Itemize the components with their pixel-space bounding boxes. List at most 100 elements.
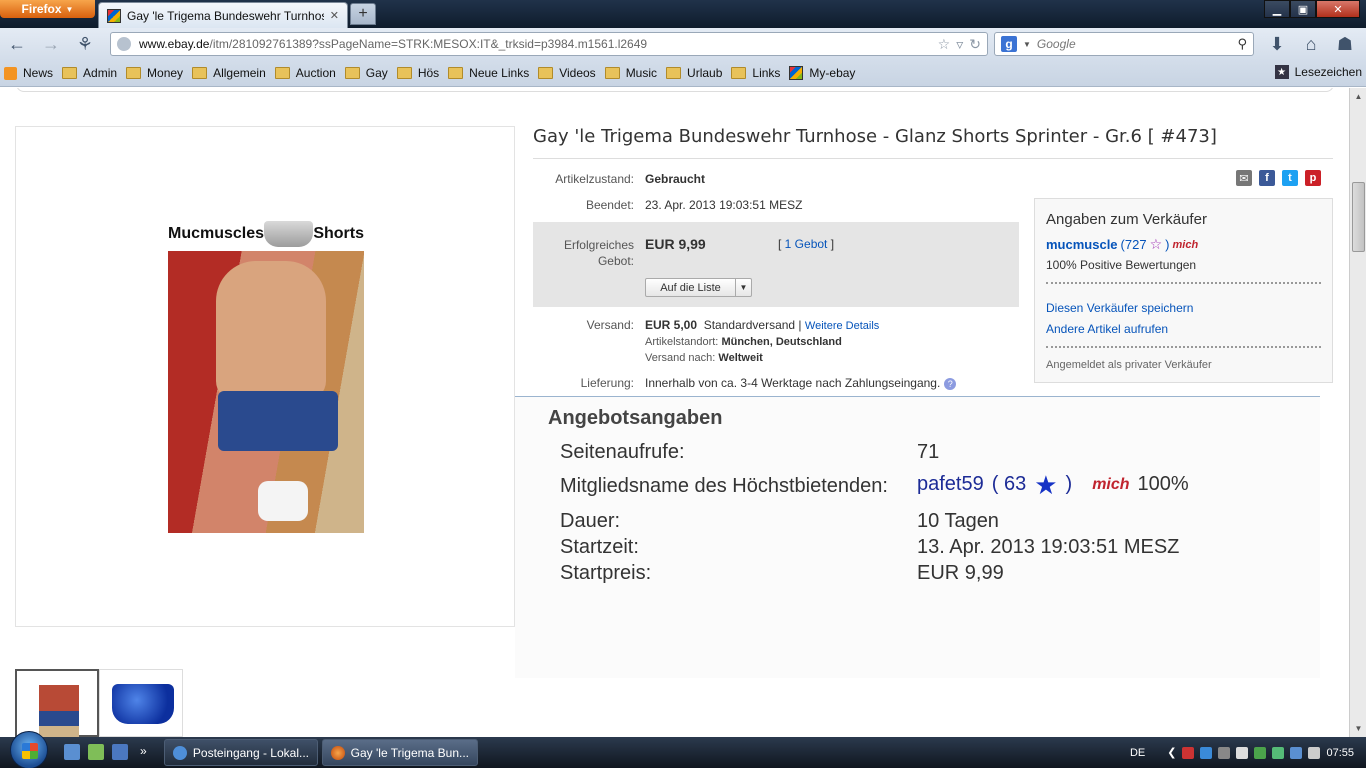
tray-app-icon[interactable] bbox=[1254, 746, 1267, 759]
bookmark-label: Admin bbox=[83, 66, 118, 80]
top-bidder-name-link[interactable]: pafet59 bbox=[917, 473, 984, 496]
scroll-down-arrow-icon[interactable]: ▼ bbox=[1350, 720, 1366, 737]
taskbar-item-thunderbird[interactable]: Posteingang - Lokal... bbox=[164, 739, 318, 766]
bookmark-news[interactable]: News bbox=[4, 66, 53, 80]
shipping-label: Versand: bbox=[586, 318, 634, 332]
thumbnail-1[interactable] bbox=[15, 669, 99, 737]
search-input[interactable]: Google bbox=[1037, 37, 1232, 51]
bookmark-urlaub[interactable]: Urlaub bbox=[666, 66, 722, 80]
top-bidder-score-link[interactable]: ( 63 bbox=[992, 473, 1026, 496]
seller-score-close: ) bbox=[1165, 237, 1170, 252]
bookmark-label: Allgemein bbox=[213, 66, 266, 80]
tray-app-icon[interactable] bbox=[1218, 746, 1231, 759]
addon-toolbar-icon[interactable]: ☗ bbox=[1328, 30, 1362, 58]
condition-value: Gebraucht bbox=[645, 172, 706, 186]
search-bar[interactable]: g ▼ Google ⚲ bbox=[994, 32, 1254, 56]
folder-icon bbox=[666, 67, 682, 79]
bookmark-admin[interactable]: Admin bbox=[62, 66, 117, 80]
tray-app-icon[interactable] bbox=[1236, 746, 1249, 759]
quicklaunch-app-icon[interactable] bbox=[112, 744, 128, 760]
ships-to-label: Versand nach: bbox=[645, 352, 716, 364]
photo-figure bbox=[216, 261, 326, 401]
start-time-value: 13. Apr. 2013 19:03:51 MESZ bbox=[917, 536, 1180, 558]
save-seller-link[interactable]: Diesen Verkäufer speichern bbox=[1046, 301, 1193, 315]
bookmark-music[interactable]: Music bbox=[604, 66, 657, 80]
tray-app-icon[interactable] bbox=[1272, 746, 1285, 759]
bookmark-hoes[interactable]: Hös bbox=[396, 66, 439, 80]
chevron-down-icon[interactable]: ▼ bbox=[1023, 40, 1031, 49]
email-share-icon[interactable]: ✉ bbox=[1236, 170, 1252, 186]
bookmark-videos[interactable]: Videos bbox=[538, 66, 596, 80]
folder-icon bbox=[344, 67, 360, 79]
pinterest-share-icon[interactable]: p bbox=[1305, 170, 1321, 186]
url-bar[interactable]: www.ebay.de/itm/281092761389?ssPageName=… bbox=[110, 32, 988, 56]
seller-score-link[interactable]: (727 bbox=[1121, 237, 1147, 252]
home-icon[interactable]: ⌂ bbox=[1294, 30, 1328, 58]
start-button[interactable] bbox=[10, 731, 48, 768]
seller-name-link[interactable]: mucmuscle bbox=[1046, 237, 1118, 252]
bookmark-neue-links[interactable]: Neue Links bbox=[448, 66, 529, 80]
firefox-menu-button[interactable]: Firefox ▼ bbox=[0, 0, 95, 18]
vertical-scrollbar[interactable]: ▲ ▼ bbox=[1349, 88, 1366, 737]
taskbar-item-firefox[interactable]: Gay 'le Trigema Bun... bbox=[322, 739, 478, 766]
bookmark-links[interactable]: Links bbox=[731, 66, 780, 80]
me-badge-icon[interactable]: mich bbox=[1092, 476, 1129, 494]
views-value: 71 bbox=[917, 441, 940, 463]
search-icon[interactable]: ⚲ bbox=[1237, 36, 1247, 52]
watch-list-button[interactable]: Auf die Liste ▼ bbox=[645, 278, 752, 297]
show-desktop-icon[interactable] bbox=[64, 744, 80, 760]
offer-info-panel: Angebotsangaben Seitenaufrufe: 71 Mitgli… bbox=[515, 397, 1320, 678]
close-window-button[interactable]: ✕ bbox=[1316, 0, 1360, 18]
other-items-link[interactable]: Andere Artikel aufrufen bbox=[1046, 322, 1168, 336]
duration-value: 10 Tagen bbox=[917, 510, 999, 532]
folder-icon bbox=[448, 67, 464, 79]
scrollbar-thumb[interactable] bbox=[1352, 182, 1365, 252]
tab-title: Gay 'le Trigema Bundeswehr Turnhose - ..… bbox=[127, 8, 324, 23]
minimize-button[interactable]: ▁ bbox=[1264, 0, 1290, 18]
shipping-details-link[interactable]: Weitere Details bbox=[805, 320, 879, 332]
google-engine-icon[interactable]: g bbox=[1001, 36, 1017, 52]
antivirus-tray-icon[interactable] bbox=[1182, 746, 1195, 759]
delivery-value: Innerhalb von ca. 3-4 Werktage nach Zahl… bbox=[645, 376, 957, 390]
title-divider bbox=[533, 158, 1333, 159]
tab-active[interactable]: Gay 'le Trigema Bundeswehr Turnhose - ..… bbox=[98, 2, 348, 28]
tray-expand-icon[interactable]: ❮ bbox=[1167, 746, 1176, 759]
quicklaunch-app-icon[interactable] bbox=[88, 744, 104, 760]
photo-sock bbox=[258, 481, 308, 521]
reload-icon[interactable]: ↻ bbox=[969, 36, 981, 53]
network-status-icon[interactable] bbox=[1290, 746, 1303, 759]
addon-icon[interactable]: ⚘ bbox=[68, 30, 102, 58]
chevron-down-icon[interactable]: ▼ bbox=[735, 279, 751, 296]
main-product-image[interactable]: Mucmuscles Shorts bbox=[168, 216, 364, 533]
quicklaunch-more-icon[interactable]: » bbox=[140, 744, 147, 758]
download-icon[interactable]: ⬇ bbox=[1260, 30, 1294, 58]
new-tab-button[interactable]: + bbox=[350, 3, 376, 25]
bid-count-link[interactable]: 1 Gebot bbox=[785, 237, 828, 251]
close-tab-icon[interactable]: ✕ bbox=[330, 9, 339, 22]
history-dropdown-icon[interactable]: ▿ bbox=[956, 36, 963, 53]
bookmark-star-icon[interactable]: ☆ bbox=[938, 36, 951, 53]
url-text[interactable]: www.ebay.de/itm/281092761389?ssPageName=… bbox=[139, 37, 932, 51]
help-icon[interactable]: ? bbox=[944, 378, 957, 390]
ships-to-value: Weltweit bbox=[718, 352, 763, 364]
forward-icon[interactable]: → bbox=[34, 30, 68, 58]
clock[interactable]: 07:55 bbox=[1326, 747, 1354, 759]
network-tray-icon[interactable] bbox=[1200, 746, 1213, 759]
volume-icon[interactable] bbox=[1308, 746, 1321, 759]
language-indicator[interactable]: DE bbox=[1130, 747, 1145, 759]
people-icon bbox=[731, 67, 747, 79]
twitter-share-icon[interactable]: t bbox=[1282, 170, 1298, 186]
me-badge-icon[interactable]: mich bbox=[1172, 239, 1198, 251]
thumbnail-2[interactable] bbox=[99, 669, 183, 737]
bookmark-money[interactable]: Money bbox=[126, 66, 183, 80]
bookmark-allgemein[interactable]: Allgemein bbox=[192, 66, 266, 80]
back-icon[interactable]: ← bbox=[0, 30, 34, 58]
bookmark-auction[interactable]: Auction bbox=[274, 66, 336, 80]
site-identity-icon[interactable] bbox=[117, 37, 131, 51]
bookmarks-menu-button[interactable]: ★ Lesezeichen bbox=[1274, 65, 1362, 79]
bookmark-my-ebay[interactable]: My-ebay bbox=[789, 66, 855, 80]
bookmark-gay[interactable]: Gay bbox=[344, 66, 388, 80]
facebook-share-icon[interactable]: f bbox=[1259, 170, 1275, 186]
scroll-up-arrow-icon[interactable]: ▲ bbox=[1350, 88, 1366, 105]
maximize-button[interactable]: ▣ bbox=[1290, 0, 1316, 18]
